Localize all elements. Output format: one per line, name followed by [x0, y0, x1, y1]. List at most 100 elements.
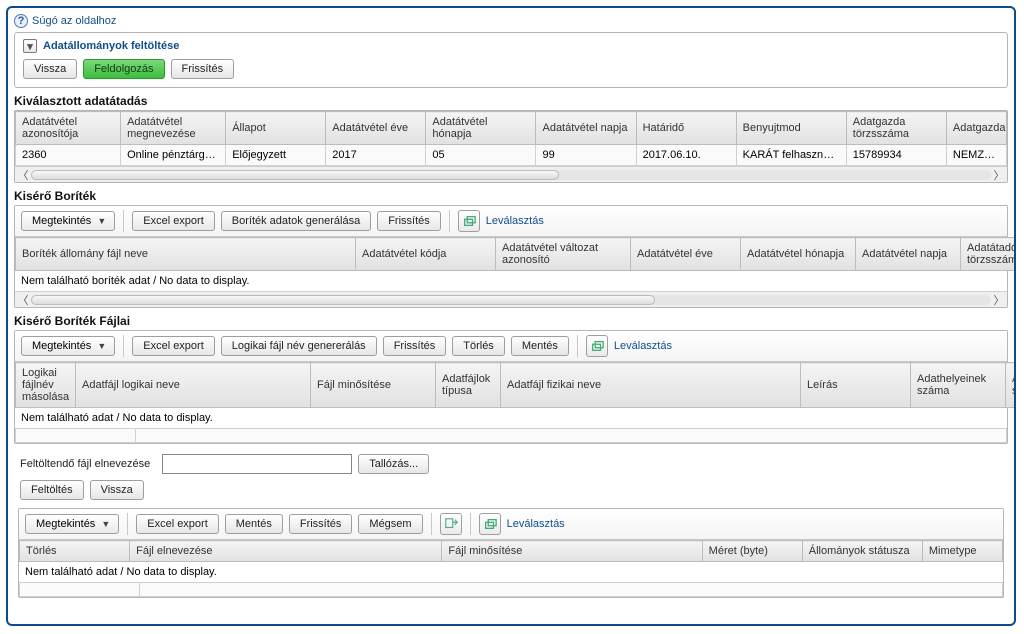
col-lname[interactable]: Adatfájl logikai neve	[76, 363, 311, 408]
scroll-left-icon[interactable]: 〈	[15, 168, 31, 182]
scroll-right-icon[interactable]: 〉	[991, 168, 1007, 182]
col-del[interactable]: Törlés	[20, 541, 130, 562]
col-type[interactable]: Adatfájlok típusa	[436, 363, 501, 408]
cell-ownerid: 15789934	[846, 145, 946, 166]
save-button[interactable]: Mentés	[225, 514, 283, 534]
table-header-row: Törlés Fájl elnevezése Fájl minősítése M…	[20, 541, 1003, 562]
browse-button[interactable]: Tallózás...	[358, 454, 429, 474]
scroll-thumb[interactable]	[31, 170, 559, 180]
excel-export-button[interactable]: Excel export	[136, 514, 219, 534]
scroll-track[interactable]	[31, 295, 991, 305]
view-menu[interactable]: Megtekintés ▼	[21, 336, 115, 356]
divider	[127, 513, 128, 535]
col-year[interactable]: Adatátvétel éve	[631, 238, 741, 271]
divider	[123, 335, 124, 357]
divider	[123, 210, 124, 232]
detach-icon[interactable]	[586, 335, 608, 357]
panel-header: ▾ Adatállományok feltöltése	[23, 39, 999, 53]
col-mime[interactable]: Mimetype	[922, 541, 1002, 562]
col-day[interactable]: Adatátvétel napja	[536, 112, 636, 145]
uploads-footer	[19, 582, 1003, 597]
view-menu[interactable]: Megtekintés ▼	[25, 514, 119, 534]
col-month[interactable]: Adatátvétel hónapja	[426, 112, 536, 145]
cell-owner: NEMZETI A	[946, 145, 1006, 166]
scroll-right-icon[interactable]: 〉	[991, 293, 1007, 307]
upload-button[interactable]: Feltöltés	[20, 480, 84, 500]
cell-day: 99	[536, 145, 636, 166]
col-state[interactable]: Állapot	[226, 112, 326, 145]
col-copy[interactable]: Logikai fájlnév másolása	[16, 363, 76, 408]
col-qual[interactable]: Fájl minősítése	[442, 541, 702, 562]
col-filename[interactable]: Boríték állomány fájl neve	[16, 238, 356, 271]
file-name-input[interactable]	[162, 454, 352, 474]
detach-link[interactable]: Leválasztás	[614, 340, 672, 352]
scroll-thumb[interactable]	[31, 295, 655, 305]
generate-logicalname-button[interactable]: Logikai fájl név genererálás	[221, 336, 377, 356]
process-button[interactable]: Feldolgozás	[83, 59, 164, 79]
add-row-icon[interactable]	[440, 513, 462, 535]
cancel-button[interactable]: Mégsem	[358, 514, 422, 534]
excel-export-button[interactable]: Excel export	[132, 336, 215, 356]
cell-year: 2017	[326, 145, 426, 166]
file-upload-area: Feltöltendő fájl elnevezése Tallózás...	[20, 454, 1008, 474]
back-button[interactable]: Vissza	[23, 59, 77, 79]
generate-envelope-button[interactable]: Boríték adatok generálása	[221, 211, 371, 231]
detach-icon[interactable]	[479, 513, 501, 535]
save-button[interactable]: Mentés	[511, 336, 569, 356]
col-pname[interactable]: Adatfájl fizikai neve	[501, 363, 801, 408]
cell-name: Online pénztárgép...	[121, 145, 226, 166]
refresh-button[interactable]: Frissítés	[377, 211, 441, 231]
refresh-button[interactable]: Frissítés	[289, 514, 353, 534]
view-menu[interactable]: Megtekintés ▼	[21, 211, 115, 231]
help-link[interactable]: ? Súgó az oldalhoz	[14, 14, 116, 28]
col-code[interactable]: Adatátvétel kódja	[356, 238, 496, 271]
refresh-button[interactable]: Frissítés	[171, 59, 235, 79]
h-scrollbar[interactable]: 〈 〉	[15, 291, 1007, 307]
delete-button[interactable]: Törlés	[452, 336, 505, 356]
col-size[interactable]: Méret (byte)	[702, 541, 802, 562]
cell-state: Előjegyzett	[226, 145, 326, 166]
table-row[interactable]: 2360 Online pénztárgép... Előjegyzett 20…	[16, 145, 1007, 166]
scroll-left-icon[interactable]: 〈	[15, 293, 31, 307]
help-label: Súgó az oldalhoz	[32, 15, 116, 27]
uploads-toolbar: Megtekintés ▼ Excel export Mentés Frissí…	[19, 509, 1003, 540]
uploads-table: Törlés Fájl elnevezése Fájl minősítése M…	[19, 540, 1003, 562]
scroll-track[interactable]	[31, 170, 991, 180]
col-loc[interactable]: Adathelyeinek száma	[911, 363, 1006, 408]
selected-table-block: Adatátvétel azonosítója Adatátvétel megn…	[14, 110, 1008, 183]
col-orgid[interactable]: Adatátadó szervezet törzsszám	[961, 238, 1017, 271]
divider	[577, 335, 578, 357]
view-label: Megtekintés	[32, 340, 91, 352]
col-day[interactable]: Adatátvétel napja	[856, 238, 961, 271]
excel-export-button[interactable]: Excel export	[132, 211, 215, 231]
detach-link[interactable]: Leválasztás	[486, 215, 544, 227]
col-rows[interactable]: Adatsorok száma	[1006, 363, 1017, 408]
h-scrollbar[interactable]: 〈 〉	[15, 166, 1007, 182]
files-footer	[15, 428, 1007, 443]
panel-title: Adatállományok feltöltése	[43, 40, 179, 52]
col-month[interactable]: Adatátvétel hónapja	[741, 238, 856, 271]
col-version[interactable]: Adatátvétel változat azonosító	[496, 238, 631, 271]
collapse-icon[interactable]: ▾	[23, 39, 37, 53]
col-qual[interactable]: Fájl minősítése	[311, 363, 436, 408]
col-id[interactable]: Adatátvétel azonosítója	[16, 112, 121, 145]
col-deadline[interactable]: Határidő	[636, 112, 736, 145]
col-submitmode[interactable]: Benyujtmod	[736, 112, 846, 145]
chevron-down-icon: ▼	[101, 519, 110, 529]
view-label: Megtekintés	[36, 518, 95, 530]
back-button[interactable]: Vissza	[90, 480, 144, 500]
refresh-button[interactable]: Frissítés	[383, 336, 447, 356]
window-frame: ? Súgó az oldalhoz ▾ Adatállományok felt…	[6, 6, 1016, 626]
selected-title: Kiválasztott adatátadás	[14, 94, 1008, 108]
col-desc[interactable]: Leírás	[801, 363, 911, 408]
col-year[interactable]: Adatátvétel éve	[326, 112, 426, 145]
empty-message: Nem található adat / No data to display.	[15, 408, 1007, 428]
col-fname[interactable]: Fájl elnevezése	[130, 541, 442, 562]
detach-icon[interactable]	[458, 210, 480, 232]
cell-month: 05	[426, 145, 536, 166]
col-owner[interactable]: Adatgazda	[946, 112, 1006, 145]
col-name[interactable]: Adatátvétel megnevezése	[121, 112, 226, 145]
col-ownerid[interactable]: Adatgazda törzsszáma	[846, 112, 946, 145]
col-status[interactable]: Állományok státusza	[802, 541, 922, 562]
detach-link[interactable]: Leválasztás	[507, 518, 565, 530]
